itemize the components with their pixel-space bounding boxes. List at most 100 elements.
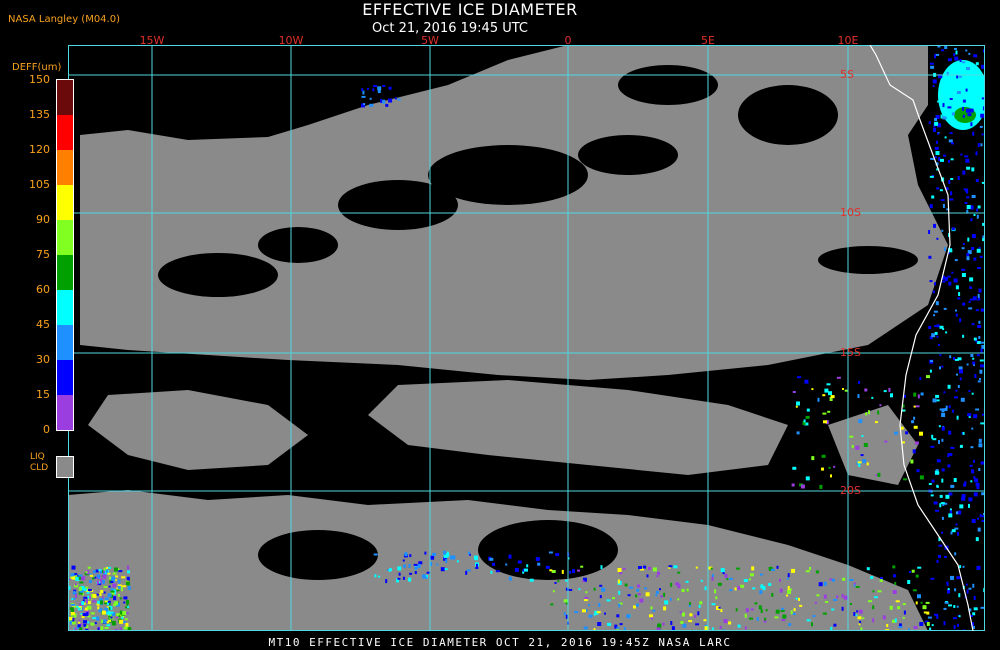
ice-pixel — [943, 391, 946, 394]
ice-pixel — [968, 497, 973, 502]
ice-pixel — [959, 59, 962, 63]
ice-pixel — [890, 393, 893, 398]
ice-pixel — [108, 619, 111, 622]
ice-pixel — [948, 159, 950, 163]
ice-pixel — [874, 421, 878, 424]
ice-pixel — [836, 595, 839, 599]
ice-pixel — [108, 615, 111, 618]
ice-pixel — [958, 510, 962, 515]
ice-pixel — [935, 301, 939, 306]
ice-pixel — [942, 204, 945, 208]
ice-pixel — [970, 446, 974, 449]
ice-pixel — [408, 563, 411, 568]
ice-pixel — [864, 388, 868, 392]
ice-pixel — [655, 594, 658, 597]
ice-pixel — [117, 579, 121, 582]
ice-pixel — [779, 588, 783, 593]
ice-pixel — [619, 623, 623, 626]
ice-pixel — [537, 562, 541, 566]
ice-pixel — [629, 586, 634, 589]
ice-pixel — [938, 544, 943, 547]
ice-pixel — [805, 570, 810, 573]
ice-pixel — [670, 621, 673, 625]
ice-pixel — [935, 140, 938, 144]
ice-pixel — [949, 98, 953, 100]
ice-pixel — [914, 441, 919, 445]
ice-pixel — [971, 469, 975, 474]
ice-pixel — [445, 559, 448, 564]
ice-pixel — [476, 563, 478, 567]
ice-pixel — [814, 601, 817, 604]
ice-pixel — [962, 170, 966, 175]
ice-pixel — [958, 366, 963, 370]
ice-pixel — [94, 622, 97, 625]
ice-pixel — [728, 621, 732, 625]
colorbar — [56, 79, 74, 431]
ice-pixel — [843, 595, 848, 600]
ice-pixel — [123, 601, 126, 604]
ice-pixel — [385, 579, 388, 584]
ice-pixel — [938, 75, 943, 78]
ice-pixel — [599, 595, 602, 599]
ice-pixel — [728, 577, 733, 580]
colorbar-tick-label: 15 — [36, 388, 50, 401]
ice-pixel — [585, 591, 588, 594]
ice-pixel — [849, 579, 854, 581]
ice-pixel — [894, 431, 898, 435]
ice-pixel — [977, 517, 979, 520]
ice-pixel — [958, 292, 961, 296]
ice-pixel — [894, 582, 897, 586]
ice-pixel — [969, 286, 973, 289]
ice-pixel — [916, 469, 920, 473]
ice-pixel — [977, 380, 981, 383]
ice-pixel — [90, 612, 95, 615]
ice-pixel — [744, 626, 747, 630]
colorbar-tick-label: 135 — [29, 108, 50, 121]
ice-pixel — [857, 616, 862, 620]
ice-pixel — [944, 601, 949, 604]
ice-pixel — [735, 608, 738, 612]
ice-pixel — [956, 415, 959, 420]
ice-pixel — [957, 531, 959, 536]
ice-pixel — [102, 580, 106, 583]
ice-pixel — [956, 373, 958, 376]
ice-pixel — [782, 614, 787, 619]
ice-pixel — [120, 587, 123, 592]
ice-pixel — [954, 396, 958, 399]
ice-pixel — [374, 574, 377, 578]
ice-pixel — [712, 574, 714, 578]
ice-pixel — [822, 394, 826, 397]
ice-pixel — [83, 596, 88, 599]
colorbar-segment — [57, 150, 73, 185]
ice-pixel — [975, 151, 978, 156]
ice-pixel — [866, 462, 869, 466]
ice-pixel — [805, 415, 810, 419]
ice-pixel — [978, 320, 981, 324]
ice-pixel — [950, 158, 954, 161]
colorbar-segment — [57, 255, 73, 290]
ice-pixel — [931, 624, 934, 627]
ice-pixel — [833, 465, 836, 468]
ice-pixel — [604, 612, 606, 615]
ice-pixel — [584, 596, 589, 599]
ice-pixel — [737, 624, 741, 628]
ice-pixel — [866, 567, 870, 571]
ice-pixel — [954, 56, 959, 61]
ice-pixel — [652, 609, 656, 612]
ice-pixel — [114, 575, 118, 578]
ice-pixel — [858, 419, 863, 424]
ice-pixel — [938, 157, 941, 161]
ice-pixel — [938, 440, 940, 444]
ice-pixel — [795, 405, 798, 408]
ice-pixel — [118, 570, 123, 573]
longitude-label: 10W — [278, 34, 304, 47]
ice-pixel — [935, 509, 940, 512]
ice-pixel — [849, 435, 854, 438]
ice-pixel — [888, 387, 891, 392]
ice-pixel — [378, 575, 381, 578]
ice-pixel — [949, 355, 952, 359]
ice-pixel — [960, 153, 963, 156]
latitude-label: 20S — [840, 484, 861, 497]
ice-pixel — [823, 581, 827, 586]
ice-pixel — [948, 604, 952, 607]
